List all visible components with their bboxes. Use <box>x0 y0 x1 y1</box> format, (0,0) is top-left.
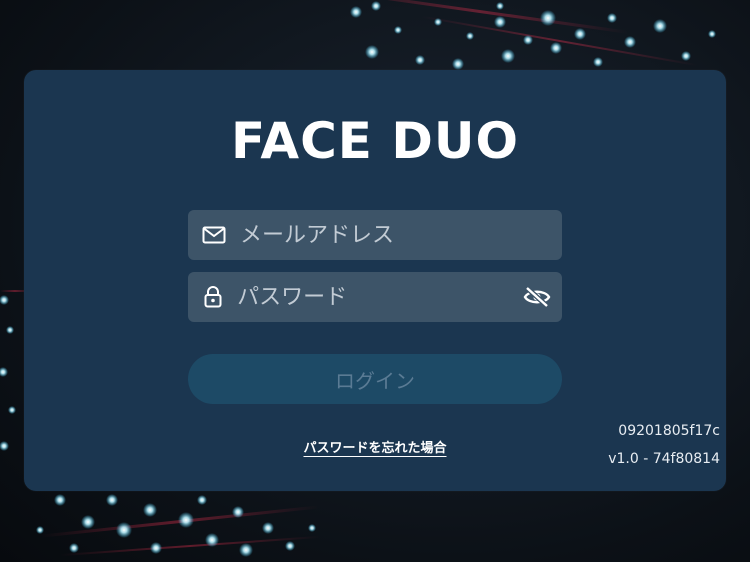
device-id: 09201805f17c <box>618 423 720 439</box>
login-button[interactable]: ログイン <box>188 354 562 404</box>
eye-slash-icon[interactable] <box>511 286 562 308</box>
app-version: v1.0 - 74f80814 <box>608 451 720 467</box>
password-input[interactable] <box>237 272 512 322</box>
forgot-password-link[interactable]: パスワードを忘れた場合 <box>303 441 446 456</box>
email-input[interactable] <box>240 210 562 260</box>
lock-icon <box>188 286 237 308</box>
email-field[interactable] <box>188 210 562 260</box>
password-field[interactable] <box>188 272 562 322</box>
app-logo: FACE DUO <box>231 112 519 170</box>
mail-icon <box>188 226 240 244</box>
